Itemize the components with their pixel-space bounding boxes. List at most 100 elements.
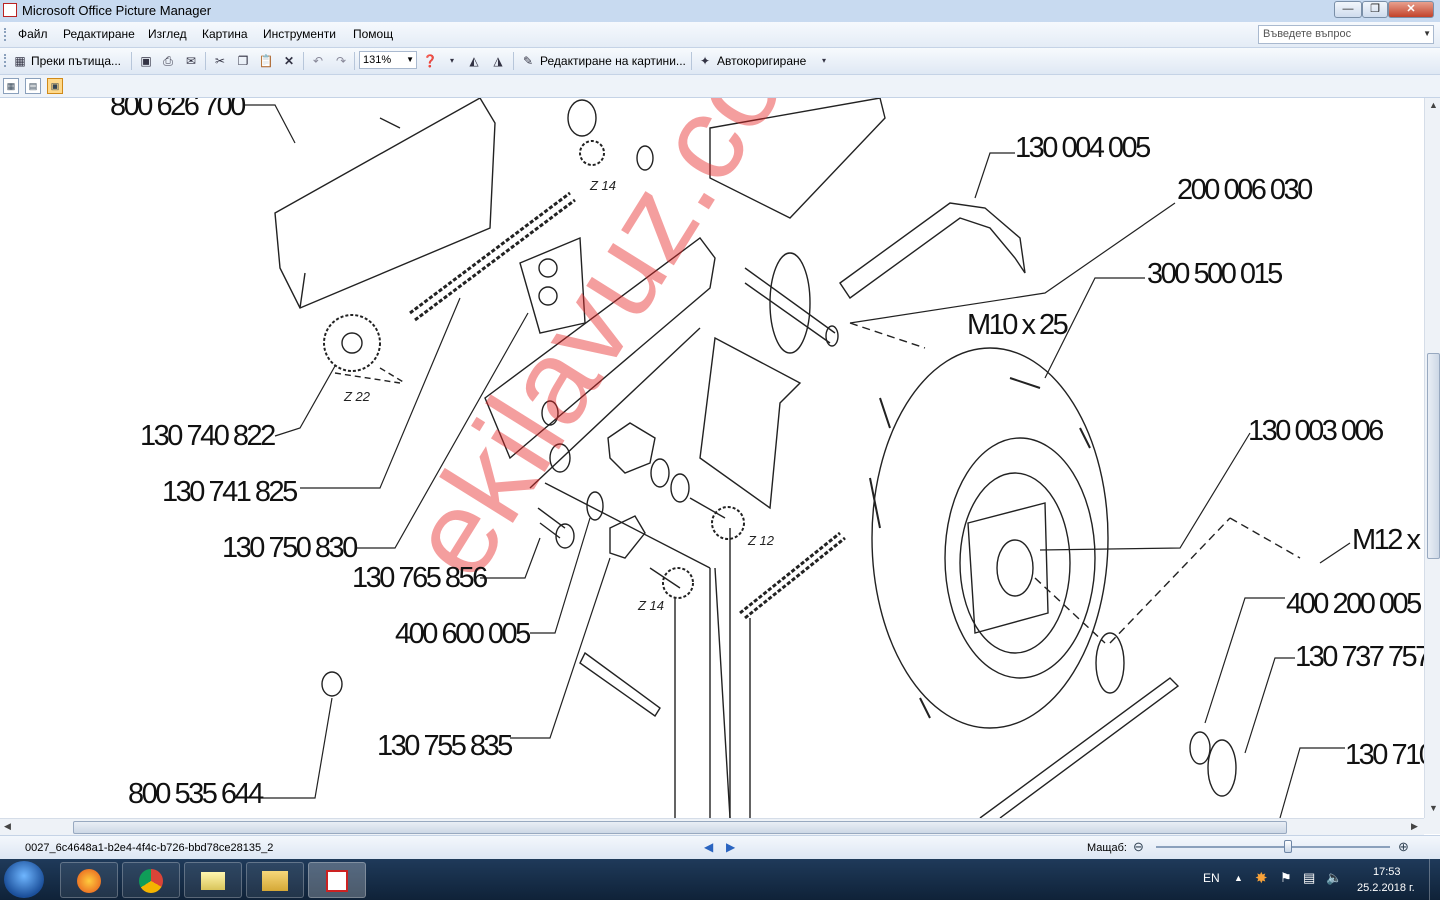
zoom-label: Мащаб:	[1087, 842, 1127, 854]
redo-icon[interactable]: ↷	[333, 53, 349, 69]
vertical-scrollbar[interactable]: ▲ ▼	[1424, 98, 1440, 818]
edit-pictures-icon[interactable]: ✎	[520, 53, 536, 69]
ask-question-placeholder: Въведете въпрос	[1263, 28, 1352, 40]
menu-view[interactable]: Изглед	[148, 27, 187, 41]
rotate-right-icon[interactable]: ◮	[490, 53, 506, 69]
picture-manager-icon[interactable]	[308, 862, 366, 898]
teeth-label: Z 12	[748, 533, 775, 548]
explorer-icon[interactable]	[246, 862, 304, 898]
flag-icon[interactable]: ⚑	[1280, 870, 1292, 886]
previous-picture-icon[interactable]: ◀	[704, 840, 713, 854]
zoom-in-icon[interactable]: ⊕	[1398, 839, 1409, 855]
cut-icon[interactable]: ✂	[212, 53, 228, 69]
scroll-right-icon[interactable]: ▶	[1411, 821, 1418, 832]
thumbnail-view-icon[interactable]: ▦	[3, 78, 19, 94]
part-label: 130 710	[1345, 739, 1424, 771]
paste-icon[interactable]: 📋	[258, 53, 274, 69]
menu-help[interactable]: Помощ	[353, 27, 393, 41]
filmstrip-view-icon[interactable]: ▤	[25, 78, 41, 94]
maximize-button[interactable]: ❐	[1362, 1, 1388, 18]
separator	[205, 52, 206, 70]
part-label: 400 600 005	[395, 618, 531, 650]
ask-question-input[interactable]: Въведете въпрос ▼	[1258, 25, 1434, 44]
app-icon	[3, 3, 17, 17]
picture-viewer[interactable]: ekilavuz.co 800 626 700 130 004 005 200 …	[0, 98, 1424, 818]
view-bar: ▦ ▤ ▣	[0, 75, 1440, 98]
clock-time[interactable]: 17:53	[1373, 866, 1401, 878]
toolbar-options-icon[interactable]: ▾	[816, 53, 832, 69]
network-icon[interactable]: ▤	[1303, 870, 1315, 886]
edit-pictures-button[interactable]: Редактиране на картини...	[540, 52, 686, 70]
menu-grip	[4, 28, 9, 41]
menu-edit[interactable]: Редактиране	[63, 27, 135, 41]
zoom-slider-thumb[interactable]	[1284, 840, 1292, 853]
scroll-corner	[1424, 818, 1440, 834]
chrome-icon[interactable]	[122, 862, 180, 898]
part-label: 130 003 006	[1248, 415, 1384, 447]
app-icon[interactable]	[184, 862, 242, 898]
separator	[131, 52, 132, 70]
teeth-label: Z 22	[344, 389, 371, 404]
volume-icon[interactable]: 🔈	[1326, 870, 1342, 886]
menu-file[interactable]: Файл	[18, 27, 48, 41]
zoom-value: 131%	[363, 54, 392, 66]
separator	[303, 52, 304, 70]
teeth-label: Z 14	[590, 178, 617, 193]
shortcuts-button[interactable]: Преки пътища...	[31, 52, 121, 70]
part-label: M12 x 2	[1352, 524, 1424, 556]
scroll-left-icon[interactable]: ◀	[4, 821, 11, 832]
zoom-slider-track[interactable]	[1156, 846, 1390, 848]
email-icon[interactable]: ✉	[183, 53, 199, 69]
autocorrect-icon[interactable]: ✦	[697, 53, 713, 69]
menu-tools[interactable]: Инструменти	[263, 27, 336, 41]
part-label: 400 200 005	[1286, 588, 1422, 620]
separator	[691, 52, 692, 70]
single-picture-view-icon[interactable]: ▣	[47, 78, 63, 94]
part-label: 130 765 856	[352, 562, 488, 594]
zoom-out-icon[interactable]: ⊖	[1133, 839, 1144, 855]
help-icon[interactable]: ❓	[422, 53, 438, 69]
chevron-down-icon[interactable]: ▼	[1423, 29, 1431, 38]
show-hidden-icons-icon[interactable]: ▲	[1234, 873, 1243, 883]
minimize-button[interactable]: —	[1334, 1, 1362, 18]
part-label: 130 004 005	[1015, 132, 1151, 164]
show-desktop-button[interactable]	[1429, 859, 1440, 900]
save-icon[interactable]: ▣	[138, 53, 154, 69]
part-label: 300 500 015	[1147, 258, 1283, 290]
copy-icon[interactable]: ❐	[235, 53, 251, 69]
horizontal-scrollbar[interactable]: ◀ ▶	[0, 818, 1424, 835]
menu-bar: Файл Редактиране Изглед Картина Инструме…	[0, 22, 1440, 48]
part-label: 800 535 644	[128, 778, 264, 810]
firefox-icon[interactable]	[60, 862, 118, 898]
part-label: 130 740 822	[140, 420, 276, 452]
scroll-down-icon[interactable]: ▼	[1429, 803, 1438, 813]
menu-picture[interactable]: Картина	[202, 27, 248, 41]
toolbar-options-icon[interactable]: ▾	[444, 53, 460, 69]
zoom-select[interactable]: 131% ▼	[359, 51, 417, 69]
close-button[interactable]: ✕	[1388, 1, 1434, 18]
clock-date[interactable]: 25.2.2018 г.	[1357, 882, 1415, 894]
file-name: 0027_6c4648a1-b2e4-4f4c-b726-bbd78ce2813…	[25, 842, 274, 854]
part-label: 130 755 835	[377, 730, 513, 762]
chevron-down-icon[interactable]: ▼	[406, 52, 414, 68]
vertical-scroll-thumb[interactable]	[1427, 353, 1440, 559]
part-label: 200 006 030	[1177, 174, 1313, 206]
undo-icon[interactable]: ↶	[310, 53, 326, 69]
delete-icon[interactable]: ✕	[281, 53, 297, 69]
start-button[interactable]	[4, 861, 44, 898]
app-tray-icon[interactable]: ✸	[1255, 869, 1268, 887]
toolbar: ▦ Преки пътища... ▣ ⎙ ✉ ✂ ❐ 📋 ✕ ↶ ↷ ❓ ▾ …	[0, 48, 1440, 75]
part-label: 130 750 830	[222, 532, 358, 564]
next-picture-icon[interactable]: ▶	[726, 840, 735, 854]
print-icon[interactable]: ⎙	[160, 53, 176, 69]
title-bar: Microsoft Office Picture Manager — ❐ ✕	[0, 0, 1440, 23]
autocorrect-button[interactable]: Автокоригиране	[717, 52, 806, 70]
part-label: M10 x 25	[967, 309, 1069, 341]
part-label: 800 626 700	[110, 98, 246, 122]
horizontal-scroll-thumb[interactable]	[73, 821, 1287, 834]
part-label: 130 737 757	[1295, 641, 1424, 673]
scroll-up-icon[interactable]: ▲	[1429, 100, 1438, 110]
language-indicator[interactable]: EN	[1203, 871, 1220, 885]
rotate-left-icon[interactable]: ◭	[466, 53, 482, 69]
shortcuts-icon[interactable]: ▦	[12, 53, 28, 69]
